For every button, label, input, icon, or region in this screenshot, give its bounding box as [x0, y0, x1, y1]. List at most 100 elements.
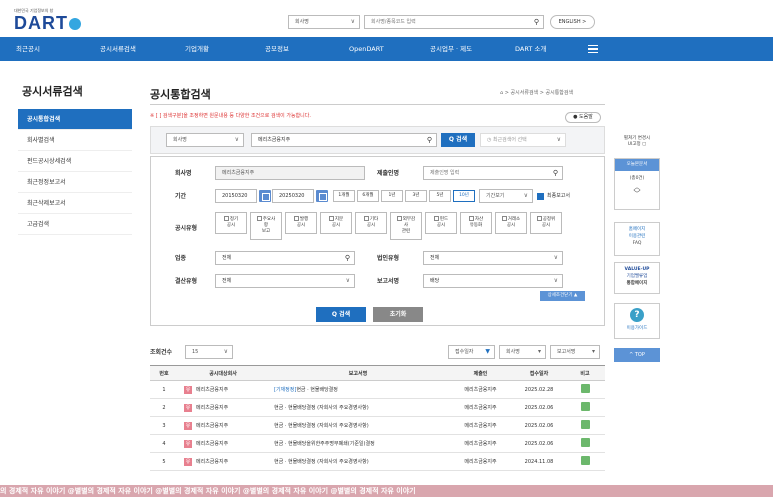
nav-item-opendart[interactable]: OpenDART	[349, 37, 384, 61]
row-company[interactable]: 유 메리츠금융지주	[178, 380, 268, 399]
row-company-name[interactable]: 메리츠금융지주	[196, 423, 228, 429]
nav-item-company-overview[interactable]: 기업개황	[185, 37, 209, 61]
search-submit-button[interactable]: Q 검색	[316, 307, 366, 322]
menu-icon[interactable]	[588, 45, 598, 53]
header-note[interactable]: 비고	[565, 365, 605, 381]
row-report[interactable]: 현금 · 현물배당결정 (자회사의 주요경영사항)	[268, 452, 448, 471]
sidebar-item-advanced-search[interactable]: 고급검색	[18, 214, 132, 235]
period-5y-button[interactable]: 5년	[429, 190, 451, 202]
row-company-name[interactable]: 메리츠금융지주	[196, 459, 228, 465]
type-other[interactable]: 기타 공시	[355, 212, 387, 234]
type-regular[interactable]: 정기 공시	[215, 212, 247, 234]
english-button[interactable]: ENGLISH >	[550, 15, 595, 29]
close-detail-button[interactable]: 상세조건닫기 ▲	[540, 291, 585, 301]
row-company-name[interactable]: 메리츠금융지주	[196, 441, 228, 447]
row-report-name[interactable]: 현금 · 현물배당결정 (자회사의 주요경영사항)	[274, 459, 369, 465]
period-6m-button[interactable]: 6개월	[357, 190, 379, 202]
end-date-input[interactable]: 20250320	[272, 189, 314, 203]
quick-search-button[interactable]: Q 검색	[441, 133, 475, 147]
row-report[interactable]: 현금 · 현물배당결정 (자회사의 주요경영사항)	[268, 398, 448, 417]
search-icon[interactable]: ⚲	[534, 16, 539, 28]
type-major[interactable]: 주요사 항 보고	[250, 212, 282, 240]
sidebar-item-integrated-search[interactable]: 공시통합검색	[18, 109, 132, 130]
reset-button[interactable]: 초기화	[373, 307, 423, 322]
header-search-type-select[interactable]: 회사명 ∨	[288, 15, 360, 29]
header-no[interactable]: 번호	[150, 365, 178, 381]
chevron-down-icon[interactable]: ﹀	[615, 191, 659, 198]
row-report[interactable]: [기재정정]현금 · 현물배당결정	[268, 380, 448, 399]
row-company[interactable]: 유 메리츠금융지주	[178, 452, 268, 471]
header-search-input[interactable]: 회사명/종목코드 입력 ⚲	[364, 15, 544, 29]
period-1m-button[interactable]: 1개월	[333, 190, 355, 202]
sidebar-item-company-search[interactable]: 회사별검색	[18, 130, 132, 151]
row-company-name[interactable]: 메리츠금융지주	[196, 405, 228, 411]
company-field[interactable]: 메리츠금융지주	[215, 166, 365, 180]
nav-item-disclosure-system[interactable]: 공시업무 · 제도	[430, 37, 472, 61]
nav-item-about[interactable]: DART 소개	[515, 37, 546, 61]
row-report-name[interactable]: 현금 · 현물배당결정	[296, 387, 338, 393]
ui-fix-toggle[interactable]: UI고정 ▢	[614, 141, 660, 147]
homepage-faq-box[interactable]: 홈페이지 이용관련 FAQ	[614, 222, 660, 256]
row-report-name[interactable]: 현금 · 현물배당결정 (자회사의 주요경영사항)	[274, 405, 369, 411]
result-count-select[interactable]: 15 ∨	[185, 345, 233, 359]
fiscal-type-select[interactable]: 전체 ∨	[215, 274, 355, 288]
row-company[interactable]: 유 메리츠금융지주	[178, 416, 268, 435]
type-abs[interactable]: 자산 유동화	[460, 212, 492, 234]
nav-item-doc-search[interactable]: 공시서류검색	[100, 37, 136, 61]
type-exchange[interactable]: 거래소 공시	[495, 212, 527, 234]
type-fund[interactable]: 펀드 공시	[425, 212, 457, 234]
period-10y-button[interactable]: 10년	[453, 190, 475, 202]
nav-item-offering[interactable]: 공모정보	[265, 37, 289, 61]
period-1y-button[interactable]: 1년	[381, 190, 403, 202]
value-up-box[interactable]: VALUE-UP 기업밸류업 통합페이지	[614, 262, 660, 294]
recent-keyword-select[interactable]: ◷ 최근검색어 선택 ∨	[480, 133, 566, 147]
period-3y-button[interactable]: 3년	[405, 190, 427, 202]
type-ftc[interactable]: 공정위 공시	[530, 212, 562, 234]
sort-date-select[interactable]: 접수일자 ▼	[448, 345, 495, 359]
row-company[interactable]: 유 메리츠금융지주	[178, 434, 268, 453]
row-report-name[interactable]: 현금 · 현물배당결정 (자회사의 주요경영사항)	[274, 423, 369, 429]
calendar-icon[interactable]	[316, 190, 328, 202]
document-icon[interactable]	[580, 420, 590, 429]
search-icon[interactable]: ⚲	[553, 167, 558, 179]
start-date-input[interactable]: 20150320	[215, 189, 257, 203]
row-report-tag[interactable]: [기재정정]	[274, 387, 296, 393]
row-report[interactable]: 현금 · 현물배당결정 (자회사의 주요경영사항)	[268, 416, 448, 435]
search-icon[interactable]: ⚲	[427, 134, 432, 146]
row-report[interactable]: 현금 · 현물배당을위한주주명부폐쇄(기준일)결정	[268, 434, 448, 453]
help-button[interactable]: ● 도움말	[565, 112, 601, 123]
type-equity[interactable]: 지분 공시	[320, 212, 352, 234]
nav-item-recent[interactable]: 최근공시	[16, 37, 40, 61]
header-filer[interactable]: 제출인	[448, 365, 513, 381]
document-icon[interactable]	[580, 384, 590, 393]
header-report[interactable]: 보고서명	[268, 365, 448, 381]
user-guide-box[interactable]: ? 이용가이드	[614, 303, 660, 339]
corp-type-select[interactable]: 전체 ∨	[423, 251, 563, 265]
submitter-input[interactable]: 제출인명 입력 ⚲	[423, 166, 563, 180]
report-name-select[interactable]: 배당 ∨	[423, 274, 563, 288]
quick-search-input[interactable]: 메리츠금융지주 ⚲	[251, 133, 437, 147]
search-icon[interactable]: ⚲	[345, 252, 350, 264]
sidebar-item-recent-deleted[interactable]: 최근삭제보고서	[18, 193, 132, 214]
quick-search-type-select[interactable]: 회사명 ∨	[166, 133, 244, 147]
header-date[interactable]: 접수일자	[513, 365, 565, 381]
scroll-top-button[interactable]: ^ TOP	[614, 348, 660, 362]
type-audit[interactable]: 외부감 사 관련	[390, 212, 422, 240]
calendar-icon[interactable]	[259, 190, 271, 202]
period-view-select[interactable]: 기간보기 ∨	[479, 189, 533, 203]
sidebar-item-fund-search[interactable]: 펀드공시상세검색	[18, 151, 132, 172]
sidebar-item-recent-corrections[interactable]: 최근정정보고서	[18, 172, 132, 193]
sort-report-select[interactable]: 보고서명 ▾	[550, 345, 600, 359]
document-icon[interactable]	[580, 438, 590, 447]
row-company-name[interactable]: 메리츠금융지주	[196, 387, 228, 393]
type-issue[interactable]: 발행 공시	[285, 212, 317, 234]
header-company[interactable]: 공시대상회사	[178, 365, 268, 381]
document-icon[interactable]	[580, 456, 590, 465]
row-report-name[interactable]: 현금 · 현물배당을위한주주명부폐쇄(기준일)결정	[274, 441, 375, 447]
document-icon[interactable]	[580, 402, 590, 411]
row-company[interactable]: 유 메리츠금융지주	[178, 398, 268, 417]
sort-company-select[interactable]: 회사명 ▾	[499, 345, 546, 359]
dart-logo[interactable]: 대한민국 기업정보의 창 DART	[14, 8, 81, 32]
final-report-checkbox[interactable]	[537, 193, 544, 200]
industry-input[interactable]: 전체 ⚲	[215, 251, 355, 265]
